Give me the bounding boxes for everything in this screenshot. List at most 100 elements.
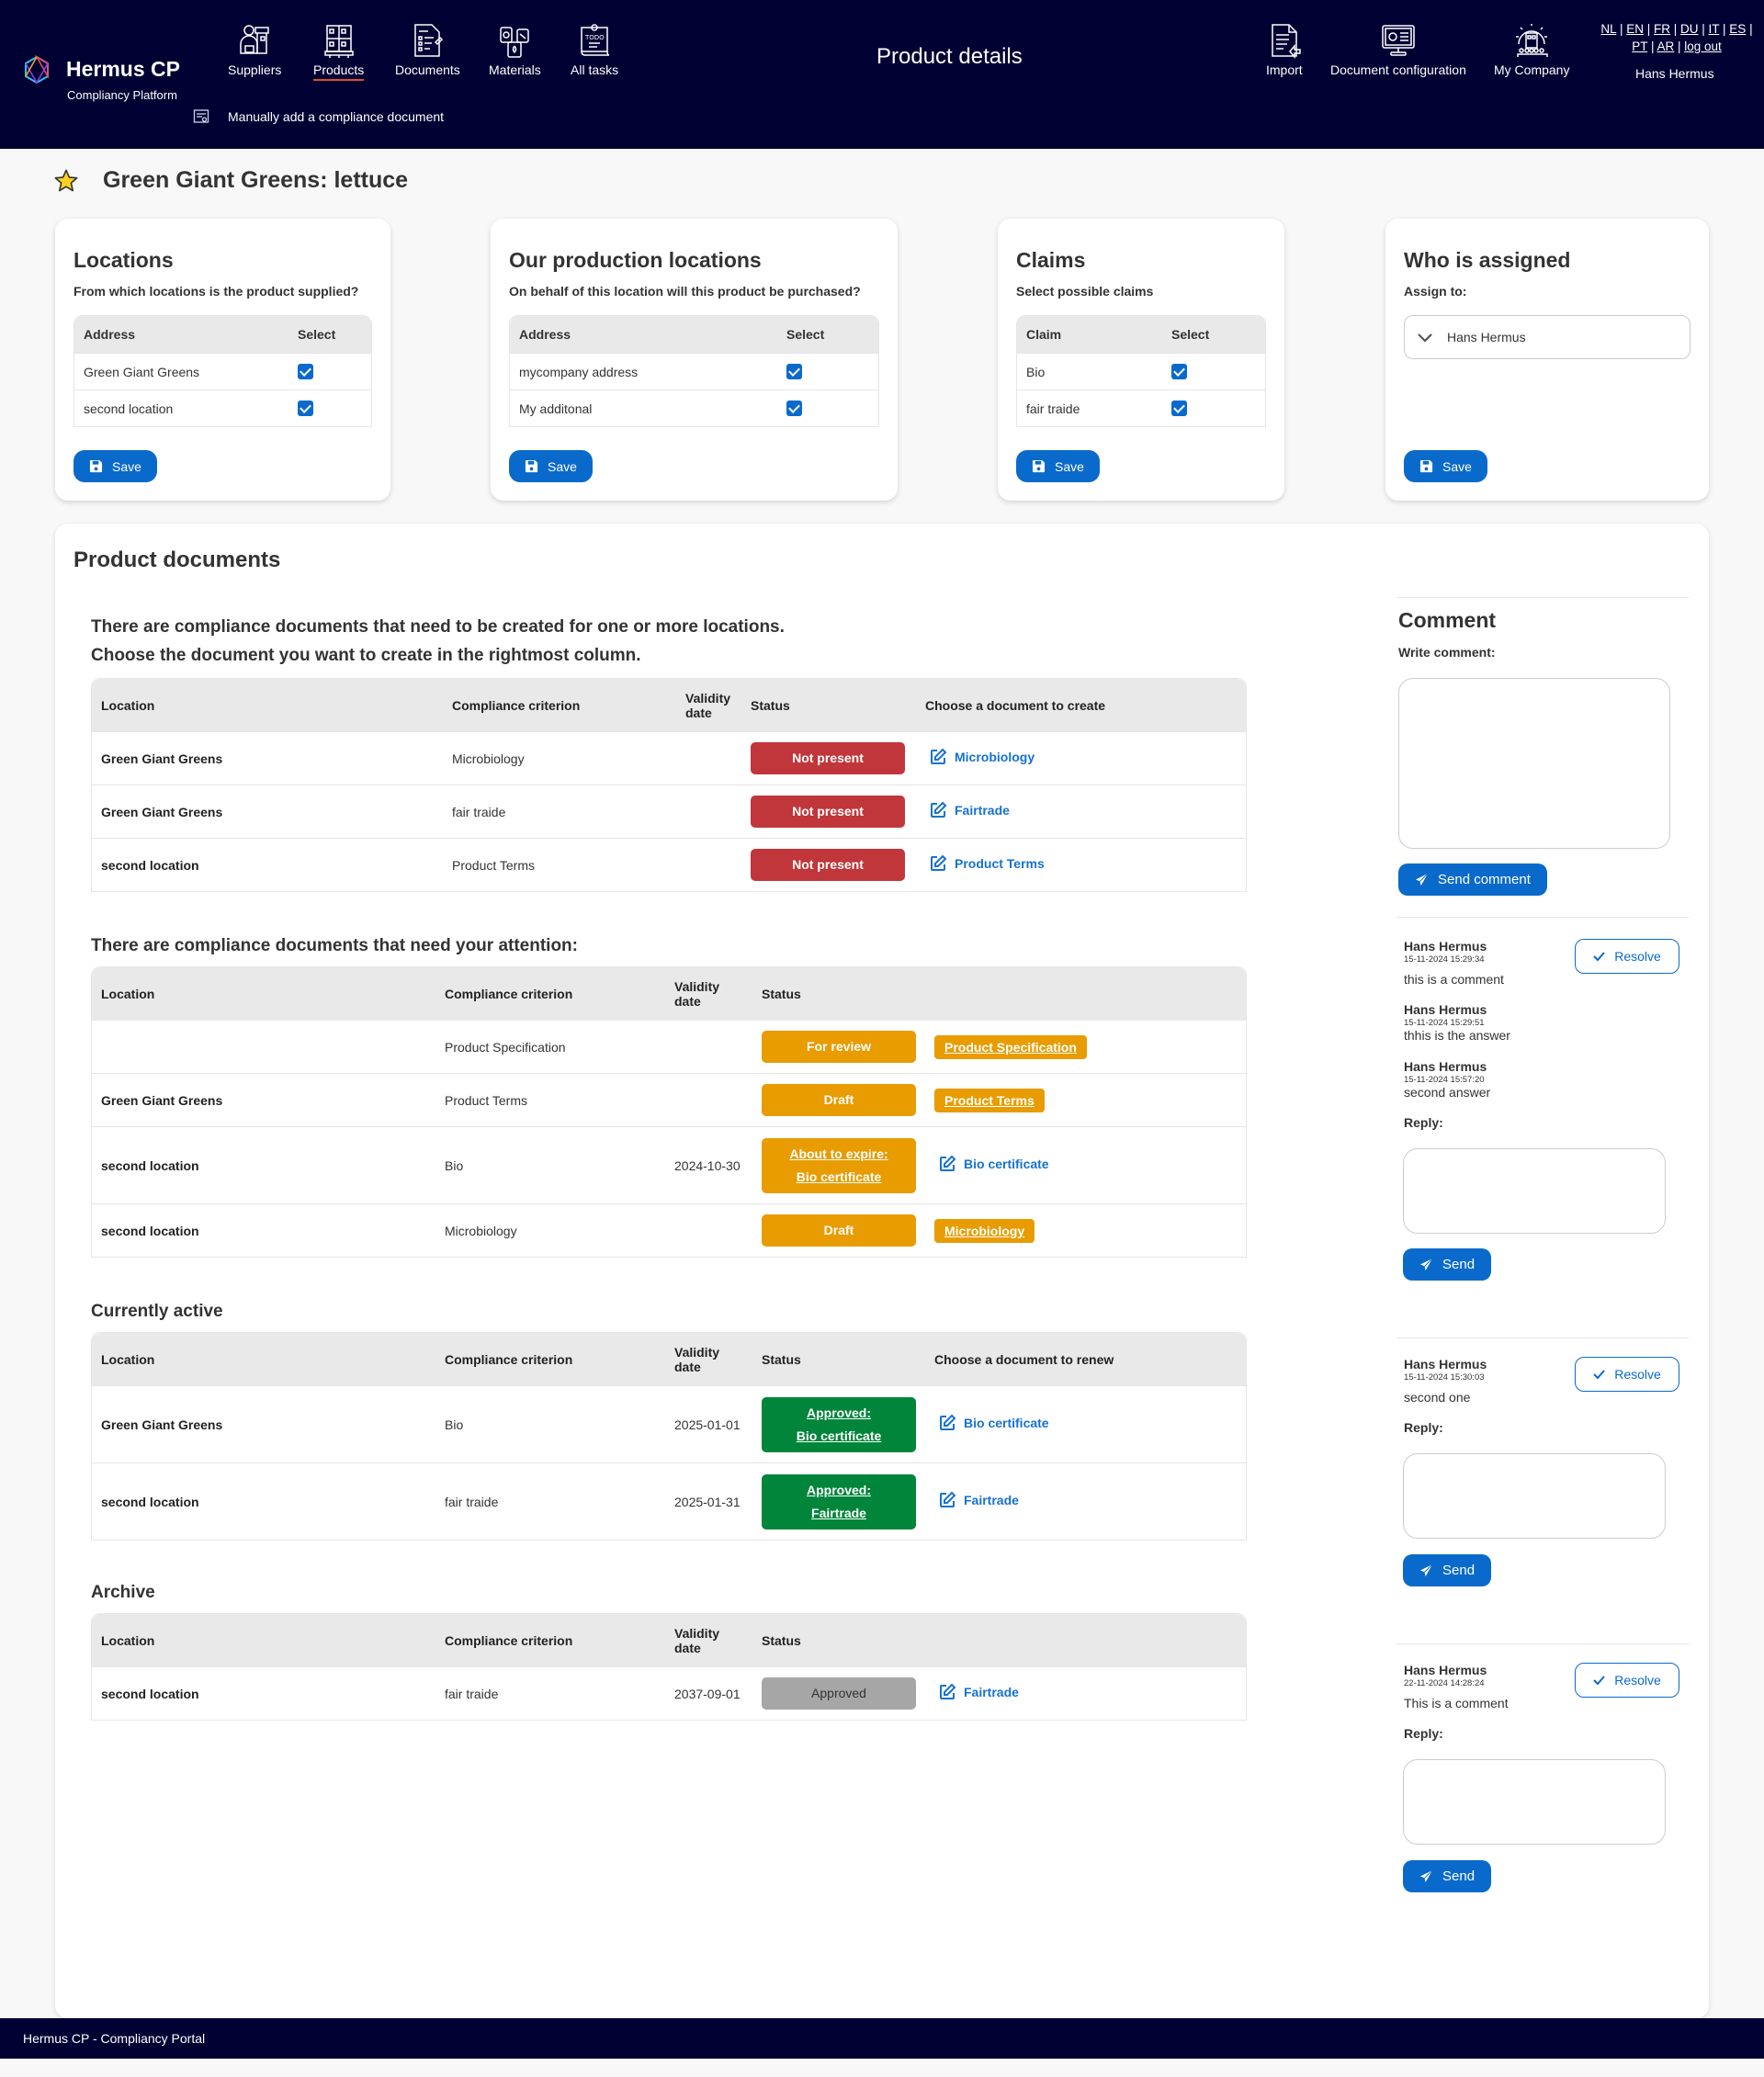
send-comment-button[interactable]: Send comment	[1398, 864, 1547, 896]
comment-timestamp: 15-11-2024 15:29:34	[1404, 954, 1485, 965]
nav-document-configuration[interactable]: Document configuration	[1330, 22, 1466, 79]
criterion-cell: fair traide	[435, 1462, 665, 1540]
lang-nl[interactable]: NL	[1600, 22, 1616, 36]
reply-textarea[interactable]	[1403, 1148, 1666, 1234]
select-checkbox[interactable]	[786, 401, 802, 417]
assignee-select[interactable]: Hans Hermus	[1404, 315, 1690, 359]
renew-document-link[interactable]: Bio certificate	[938, 1155, 1049, 1173]
comment-text: thhis is the answer	[1404, 1028, 1510, 1043]
renew-document-link[interactable]: Bio certificate	[938, 1414, 1049, 1432]
lang-fr[interactable]: FR	[1654, 22, 1670, 36]
comment-text: second one	[1404, 1390, 1471, 1405]
svg-text:TODO: TODO	[584, 34, 605, 41]
active-title: Currently active	[91, 1302, 223, 1321]
renew-document-label: Fairtrade	[964, 1685, 1019, 1699]
nav-products[interactable]: Products	[313, 22, 365, 81]
status-link[interactable]: About to expire:	[762, 1143, 916, 1166]
status-link[interactable]: Approved:	[762, 1479, 916, 1502]
nav-suppliers[interactable]: Suppliers	[228, 22, 281, 79]
edit-icon	[931, 801, 947, 818]
lang-en[interactable]: EN	[1626, 22, 1644, 36]
save-label: Save	[1055, 458, 1084, 474]
status-document-link[interactable]: Bio certificate	[762, 1425, 916, 1448]
comment-textarea[interactable]	[1398, 678, 1670, 849]
select-checkbox[interactable]	[298, 364, 313, 380]
reply-textarea[interactable]	[1403, 1759, 1666, 1845]
save-button[interactable]: Save	[1404, 450, 1487, 482]
nav-all-tasks[interactable]: TODO All tasks	[571, 22, 618, 79]
assign-label: Assign to:	[1404, 284, 1467, 299]
send-reply-button[interactable]: Send	[1403, 1248, 1492, 1281]
validity-cell	[665, 1203, 752, 1257]
send-comment-label: Send comment	[1438, 872, 1531, 887]
create-document-link[interactable]: Product Terms	[929, 854, 1045, 873]
page-title: Product details	[876, 44, 1023, 69]
create-intro-line1: There are compliance documents that need…	[91, 617, 785, 637]
nav-my-company[interactable]: My Company	[1494, 22, 1569, 79]
select-checkbox[interactable]	[786, 364, 802, 380]
location-cell: Green Giant Greens	[92, 731, 443, 785]
renew-document-label: Fairtrade	[964, 1493, 1019, 1507]
card-title: Locations	[74, 248, 174, 272]
create-document-label: Fairtrade	[955, 803, 1010, 818]
lang-pt[interactable]: PT	[1632, 40, 1647, 53]
favorite-star-icon[interactable]	[53, 168, 79, 194]
renew-document-link[interactable]: Fairtrade	[938, 1491, 1019, 1509]
column-header: Select	[288, 316, 371, 353]
column-header: Claim	[1017, 316, 1162, 353]
select-checkbox[interactable]	[298, 401, 313, 417]
column-header: Location	[92, 1333, 435, 1385]
renew-document-link[interactable]: Fairtrade	[938, 1683, 1019, 1701]
lang-it[interactable]: IT	[1709, 22, 1720, 36]
lang-du[interactable]: DU	[1680, 22, 1699, 36]
location-name: Green Giant Greens	[74, 353, 288, 389]
floppy-disk-icon	[525, 459, 538, 473]
location-cell: second location	[92, 838, 443, 891]
save-button[interactable]: Save	[74, 450, 157, 482]
address-name: My additonal	[510, 389, 777, 426]
nav-label: Import	[1266, 62, 1303, 77]
brand-name[interactable]: Hermus CP	[66, 57, 180, 82]
create-document-link[interactable]: Microbiology	[929, 748, 1035, 766]
send-reply-button[interactable]: Send	[1403, 1860, 1492, 1892]
edit-icon	[940, 1491, 956, 1507]
divider	[1396, 1643, 1689, 1644]
save-button[interactable]: Save	[509, 450, 593, 482]
divider	[1396, 597, 1689, 598]
create-document-link[interactable]: Fairtrade	[929, 801, 1010, 819]
logout-link[interactable]: log out	[1684, 40, 1722, 53]
select-checkbox[interactable]	[1171, 364, 1187, 380]
nav-label: All tasks	[571, 62, 619, 77]
footer-text: Hermus CP - Compliancy Portal	[23, 2031, 206, 2046]
floppy-disk-icon	[1419, 459, 1433, 473]
lang-es[interactable]: ES	[1729, 22, 1746, 36]
send-reply-button[interactable]: Send	[1403, 1554, 1492, 1586]
status-badge: Approved: Fairtrade	[762, 1473, 916, 1530]
resolve-button[interactable]: Resolve	[1575, 939, 1679, 974]
reply-textarea[interactable]	[1403, 1453, 1666, 1539]
select-checkbox[interactable]	[1171, 401, 1187, 417]
status-link[interactable]: Approved:	[762, 1402, 916, 1425]
nav-documents[interactable]: Documents	[395, 22, 460, 79]
status-document-link[interactable]: Bio certificate	[762, 1166, 916, 1189]
lang-ar[interactable]: AR	[1657, 40, 1674, 53]
table-row: Green Giant Greens Product Terms Draft P…	[92, 1073, 1246, 1126]
comment-author: Hans Hermus	[1404, 1059, 1487, 1074]
company-gear-icon	[1516, 24, 1548, 57]
resolve-button[interactable]: Resolve	[1575, 1663, 1679, 1698]
status-badge: Approved: Bio certificate	[762, 1396, 916, 1452]
resolve-button[interactable]: Resolve	[1575, 1357, 1679, 1392]
column-header: Address	[74, 316, 288, 353]
nav-materials[interactable]: Materials	[489, 22, 541, 79]
nav-import[interactable]: Import	[1266, 22, 1303, 79]
open-document-link[interactable]: Microbiology	[934, 1218, 1035, 1243]
table-row: Green Giant Greens Microbiology Not pres…	[92, 731, 1246, 785]
brand-subtitle: Compliancy Platform	[67, 88, 177, 102]
open-document-link[interactable]: Product Terms	[934, 1088, 1045, 1112]
save-button[interactable]: Save	[1016, 450, 1100, 482]
criterion-cell: Microbiology	[435, 1203, 665, 1257]
location-cell: second location	[92, 1462, 435, 1540]
open-document-link[interactable]: Product Specification	[934, 1034, 1087, 1059]
manually-add-document-link[interactable]: Manually add a compliance document	[193, 108, 444, 125]
status-document-link[interactable]: Fairtrade	[762, 1502, 916, 1525]
